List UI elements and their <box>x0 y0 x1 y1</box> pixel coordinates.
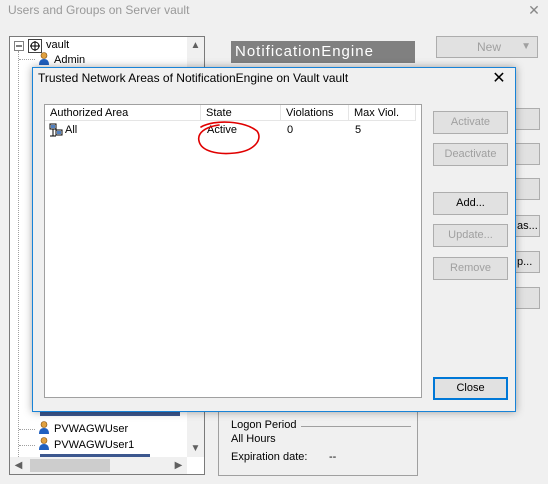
dropdown-arrow-icon[interactable]: ▼ <box>521 37 531 57</box>
deactivate-button[interactable]: Deactivate <box>433 143 508 166</box>
outer-window-title: Users and Groups on Server vault <box>8 3 190 17</box>
tree-item-pvwagwuser[interactable]: PVWAGWUser <box>38 421 128 437</box>
chevron-right-icon[interactable]: ▶ <box>170 457 187 474</box>
group-divider <box>301 426 411 427</box>
outer-close-icon[interactable]: ✕ <box>524 0 544 20</box>
background-button[interactable] <box>515 143 540 165</box>
cell-authorized-area: All <box>65 124 78 136</box>
trusted-network-areas-dialog: Trusted Network Areas of NotificationEng… <box>32 67 516 412</box>
user-details-panel: Logon Period All Hours Expiration date: … <box>218 408 418 476</box>
background-button[interactable] <box>515 178 540 200</box>
remove-button[interactable]: Remove <box>433 257 508 280</box>
activate-button[interactable]: Activate <box>433 111 508 134</box>
tree-collapse-icon[interactable] <box>14 41 24 51</box>
close-button[interactable]: Close <box>433 377 508 400</box>
expiration-date-label: Expiration date: <box>231 451 308 463</box>
chevron-down-icon[interactable]: ▼ <box>187 440 204 457</box>
chevron-left-icon[interactable]: ◀ <box>10 457 27 474</box>
tree-root-vault[interactable]: vault <box>46 37 69 53</box>
server-icon <box>28 39 42 53</box>
column-header-max-viol[interactable]: Max Viol. <box>349 105 416 121</box>
background-button-partial[interactable]: p... <box>515 251 540 273</box>
tree-item-label: Admin <box>54 54 86 66</box>
column-header-authorized-area[interactable]: Authorized Area <box>45 105 201 121</box>
user-header-label: NotificationEngine <box>231 41 415 63</box>
background-button[interactable] <box>515 287 540 309</box>
background-button-partial[interactable]: as... <box>515 215 540 237</box>
expiration-date-value: -- <box>329 451 337 463</box>
update-button[interactable]: Update... <box>433 224 508 247</box>
logon-period-label: Logon Period <box>231 419 297 431</box>
user-icon <box>39 437 49 450</box>
column-header-violations[interactable]: Violations <box>281 105 349 121</box>
new-button[interactable]: New ▼ <box>436 36 538 58</box>
tree-item-label: PVWAGWUser <box>54 423 129 435</box>
network-area-icon <box>49 123 63 137</box>
logon-period-value: All Hours <box>231 433 276 445</box>
annotation-circle <box>197 121 260 155</box>
cell-max-viol: 5 <box>355 124 362 136</box>
close-icon[interactable]: ✕ <box>488 68 510 90</box>
background-button[interactable] <box>515 108 540 130</box>
cell-violations: 0 <box>287 124 294 136</box>
user-icon <box>39 421 49 434</box>
dialog-title: Trusted Network Areas of NotificationEng… <box>38 71 349 85</box>
chevron-up-icon[interactable]: ▲ <box>187 37 204 54</box>
tree-item-admin[interactable]: Admin <box>38 52 85 68</box>
tree-item-pvwagwuser1[interactable]: PVWAGWUser1 <box>38 437 134 453</box>
add-button[interactable]: Add... <box>433 192 508 215</box>
scrollbar-thumb[interactable] <box>30 459 110 472</box>
tree-item-label: PVWAGWUser1 <box>54 439 135 451</box>
user-icon <box>39 52 49 65</box>
new-button-label: New <box>477 40 502 54</box>
